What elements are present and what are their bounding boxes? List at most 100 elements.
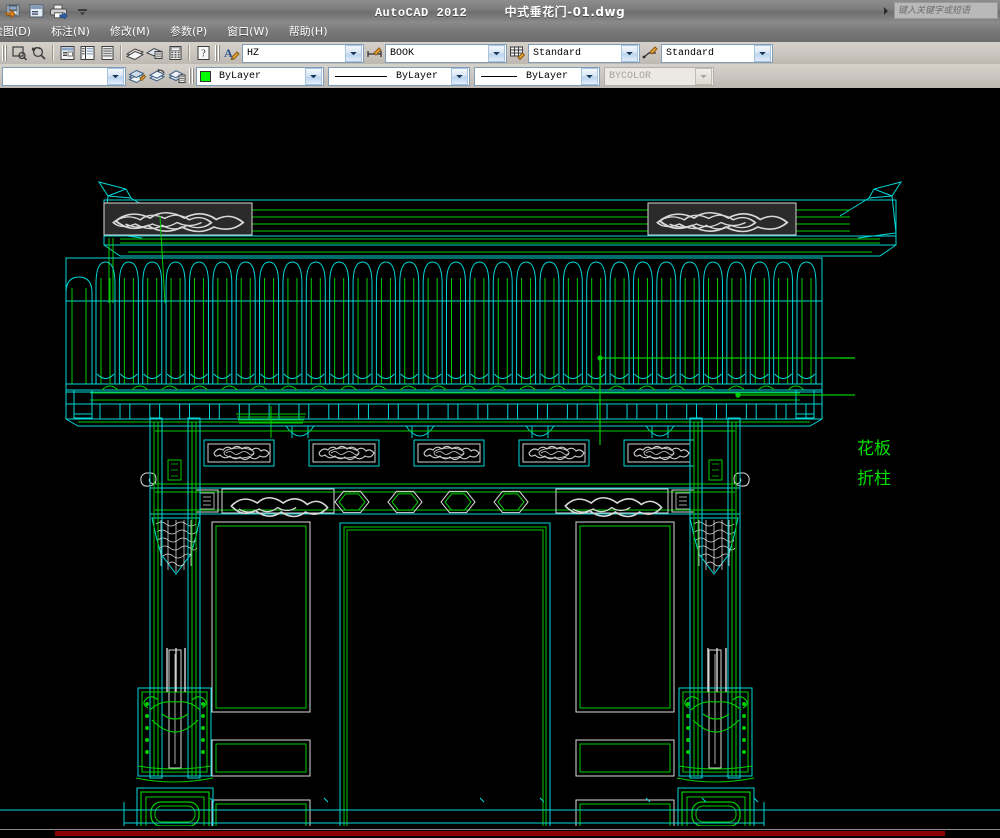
door-panel-left-upper (211, 521, 311, 713)
quick-access-toolbar[interactable] (0, 2, 92, 20)
chevron-down-icon[interactable] (451, 67, 468, 85)
roof-batten (95, 261, 116, 385)
chevron-down-icon[interactable] (488, 44, 505, 62)
chevron-down-icon[interactable] (107, 67, 124, 85)
roof-batten (703, 261, 724, 385)
linetype-value: ByLayer (396, 70, 439, 82)
roof-batten (446, 261, 466, 385)
search-input[interactable]: 键入关键字或短语 (894, 2, 998, 19)
layer-combo[interactable] (2, 66, 126, 86)
soffit-tooth (159, 403, 181, 420)
flower-board-panel (308, 439, 380, 467)
sheet-set-manager-icon[interactable] (77, 44, 97, 63)
roof-batten (773, 261, 794, 385)
text-style-combo[interactable]: HZ (242, 43, 364, 63)
soffit-tooth (666, 403, 688, 420)
hexagon-ornament (493, 490, 529, 514)
roof-batten (399, 261, 420, 385)
capital-left (151, 517, 201, 575)
column-left (149, 417, 201, 779)
annotation-huaban: 花板 (857, 439, 891, 459)
toolbar-grip[interactable] (2, 45, 7, 61)
mleader-style-combo[interactable]: Standard (661, 43, 773, 63)
plotstyle-combo: BYCOLOR (604, 66, 714, 86)
toolbar-grip-3[interactable] (189, 68, 194, 84)
mleader-style-icon[interactable] (641, 44, 661, 63)
roof-batten (165, 261, 186, 385)
plot-icon[interactable] (49, 2, 69, 20)
save-as-icon[interactable] (3, 2, 23, 20)
roof-batten (118, 261, 139, 385)
styles-toolbar[interactable]: ? A HZ BOOK Standard Standard (0, 42, 1000, 65)
roof-batten (609, 261, 630, 385)
menu-help[interactable]: 帮助(H) (279, 22, 338, 42)
roof-batten (188, 261, 209, 385)
soffit-tooth (636, 403, 658, 420)
chevron-down-icon (695, 67, 712, 85)
roof-batten (375, 261, 396, 385)
external-references-icon[interactable] (145, 44, 165, 63)
chevron-down-icon[interactable] (754, 44, 771, 62)
layer-state-icon[interactable] (167, 67, 187, 86)
menu-parametric[interactable]: 参数(P) (160, 22, 217, 42)
chevron-down-icon[interactable] (305, 67, 322, 85)
flower-board-panel (203, 439, 275, 467)
zoom-window-icon[interactable] (9, 44, 29, 63)
chevron-down-icon[interactable] (621, 44, 638, 62)
capital-right (689, 517, 739, 575)
menu-modify[interactable]: 修改(M) (100, 22, 160, 42)
menu-bar[interactable]: 绘图(D) 标注(N) 修改(M) 参数(P) 窗口(W) 帮助(H) (0, 22, 1000, 42)
layer-properties-toolbar[interactable]: ByLayer ByLayer ByLayer BYCOLOR (0, 64, 1000, 89)
color-value: ByLayer (219, 70, 262, 82)
tool-palettes-icon[interactable] (97, 44, 117, 63)
flower-board-panel (518, 439, 590, 467)
design-center-icon[interactable] (125, 44, 145, 63)
drawing-canvas[interactable]: 花板 折柱 (0, 88, 1000, 838)
menu-window[interactable]: 窗口(W) (217, 22, 278, 42)
properties-palette-icon[interactable] (57, 44, 77, 63)
customize-dropdown-icon[interactable] (72, 2, 92, 20)
layer-previous-icon[interactable] (147, 67, 167, 86)
hexagon-ornament (440, 490, 476, 514)
roof-batten (422, 261, 443, 385)
help-search[interactable]: 键入关键字或短语 (881, 2, 998, 19)
soffit-tooth (338, 403, 360, 420)
roof-batten (352, 261, 373, 385)
soffit-tooth (188, 403, 210, 420)
roof-batten (329, 261, 350, 385)
toolbar-grip-2[interactable] (215, 45, 220, 61)
calculator-icon[interactable] (165, 44, 185, 63)
table-style-icon[interactable] (508, 44, 528, 63)
status-divider (0, 829, 1000, 830)
document-name-text: 中式垂花门-01.dwg (504, 4, 626, 19)
soffit-tooth (457, 403, 479, 420)
svg-text:?: ? (201, 49, 206, 60)
menu-draw[interactable]: 绘图(D) (0, 22, 41, 42)
cad-drawing[interactable] (0, 88, 1000, 838)
linetype-preview (335, 75, 387, 77)
chevron-down-icon[interactable] (345, 44, 362, 62)
dim-style-combo[interactable]: BOOK (385, 43, 507, 63)
chevron-down-icon[interactable] (581, 67, 598, 85)
dim-style-icon[interactable] (365, 44, 385, 63)
roof-batten (796, 261, 817, 385)
lineweight-combo[interactable]: ByLayer (474, 66, 600, 86)
roof-batten (282, 261, 303, 385)
color-combo[interactable]: ByLayer (196, 66, 324, 86)
text-style-value: HZ (247, 47, 260, 59)
roof-batten (656, 261, 677, 385)
triangle-right-icon[interactable] (881, 5, 891, 17)
linetype-combo[interactable]: ByLayer (328, 66, 470, 86)
menu-dimension[interactable]: 标注(N) (41, 22, 100, 42)
title-bar-right: 键入关键字或短语 (881, 2, 998, 19)
layer-properties-icon[interactable] (127, 67, 147, 86)
roof-batten (726, 261, 747, 385)
zoom-previous-icon[interactable] (29, 44, 49, 63)
command-line-area[interactable] (0, 826, 1000, 838)
open-icon[interactable] (26, 2, 46, 20)
table-style-combo[interactable]: Standard (528, 43, 640, 63)
soffit-tooth (696, 403, 718, 420)
text-style-icon[interactable]: A (222, 44, 242, 63)
soffit-tooth (576, 403, 598, 420)
help-icon[interactable]: ? (193, 44, 213, 63)
